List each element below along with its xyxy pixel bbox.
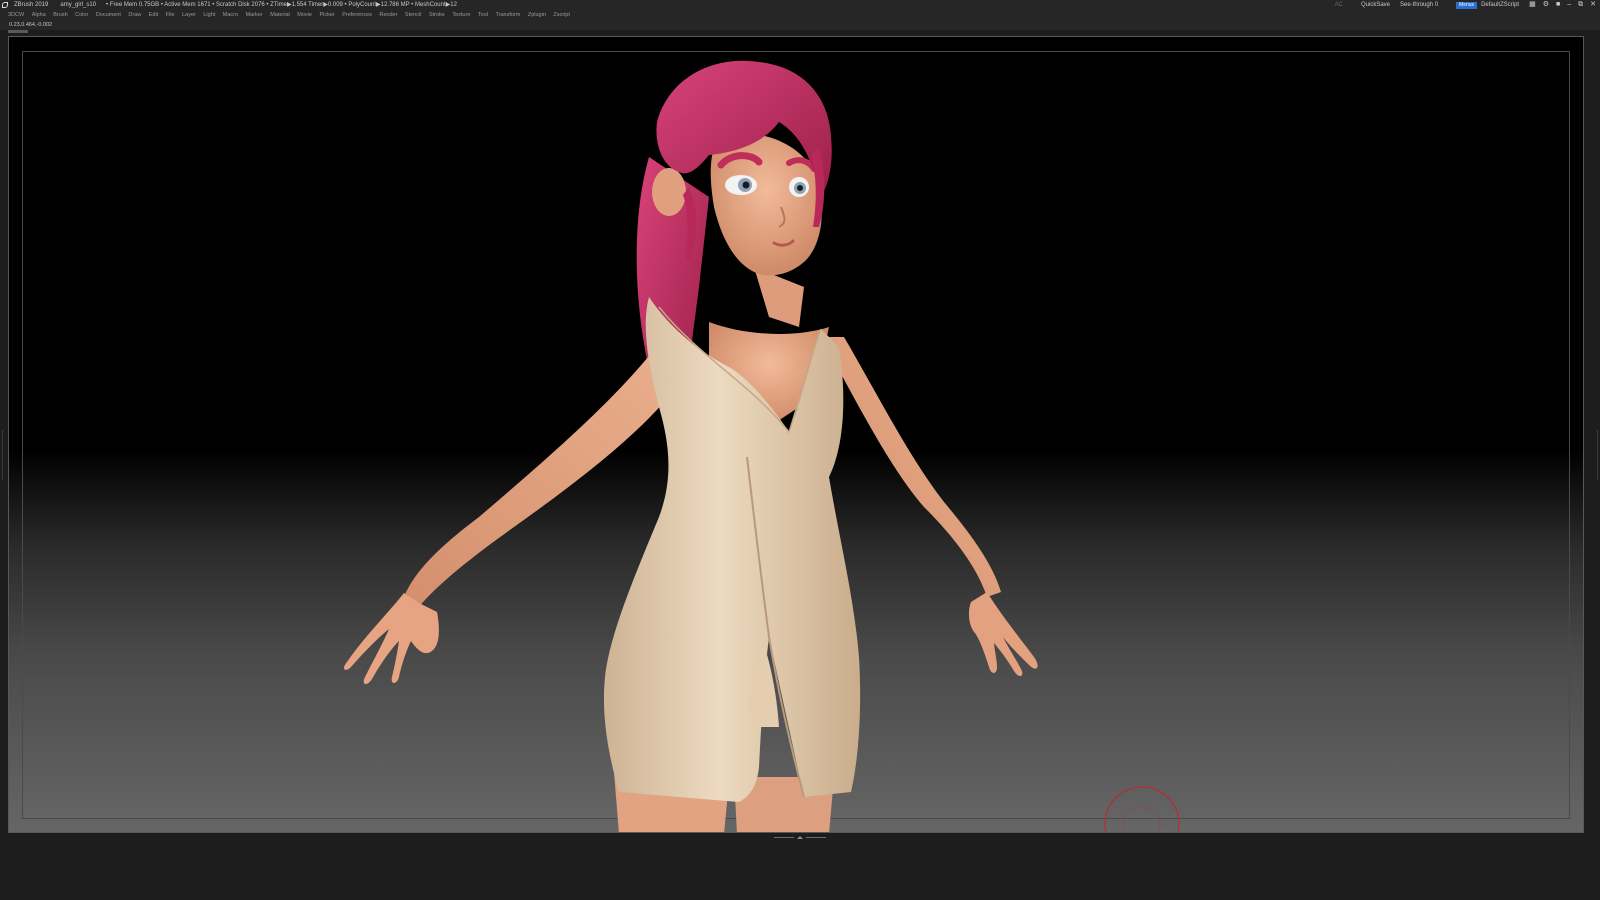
canvas-viewport[interactable] xyxy=(8,36,1584,833)
status-line: 0.23,0.464,-0.002 xyxy=(0,20,1600,30)
right-pupil xyxy=(797,185,803,191)
menu-item-brush[interactable]: Brush xyxy=(53,10,67,20)
menu-item-zplugin[interactable]: Zplugin xyxy=(528,10,546,20)
left-tray-handle[interactable] xyxy=(2,430,5,480)
menu-item-zscript[interactable]: Zscript xyxy=(553,10,570,20)
menu-item-picker[interactable]: Picker xyxy=(319,10,334,20)
restore-icon[interactable]: ⧉ xyxy=(1578,0,1583,10)
menu-item-tool[interactable]: Tool xyxy=(478,10,488,20)
title-bar: ZBrush 2019 amy_girl_s10 • Free Mem 0.75… xyxy=(0,0,1600,10)
menu-item-stencil[interactable]: Stencil xyxy=(405,10,422,20)
default-zscript-button[interactable]: DefaultZScript xyxy=(1481,0,1519,10)
handle-bar-right xyxy=(806,836,826,838)
menu-item-color[interactable]: Color xyxy=(75,10,88,20)
menu-item-transform[interactable]: Transform xyxy=(495,10,520,20)
menu-item-light[interactable]: Light xyxy=(203,10,215,20)
menu-item-stroke[interactable]: Stroke xyxy=(429,10,445,20)
menu-item-file[interactable]: File xyxy=(166,10,175,20)
menu-item-draw[interactable]: Draw xyxy=(128,10,141,20)
coordinates-readout: 0.23,0.464,-0.002 xyxy=(9,22,53,28)
quicksave-button[interactable]: QuickSave xyxy=(1361,0,1390,10)
close-icon[interactable]: ✕ xyxy=(1590,0,1596,10)
zbrush-logo-icon[interactable] xyxy=(2,2,8,8)
shelf-tab[interactable] xyxy=(8,30,28,33)
app-title: ZBrush 2019 xyxy=(14,2,49,8)
menu-item-movie[interactable]: Movie xyxy=(297,10,312,20)
menu-item-document[interactable]: Document xyxy=(96,10,121,20)
minimize-icon[interactable]: – xyxy=(1567,0,1571,10)
menu-item-marker[interactable]: Marker xyxy=(246,10,263,20)
ac-button[interactable]: AC xyxy=(1335,0,1343,10)
seethrough-slider[interactable]: See-through 0 xyxy=(1400,0,1438,10)
sculpted-character-model[interactable] xyxy=(9,37,1584,833)
menu-bar: 3DCW Alpha Brush Color Document Draw Edi… xyxy=(0,10,1600,20)
right-hand xyxy=(968,592,1038,677)
chevron-up-icon xyxy=(797,835,803,839)
window-controls: ▦ ⚙ ■ – ⧉ ✕ xyxy=(1529,0,1596,10)
menu-item-alpha[interactable]: Alpha xyxy=(32,10,46,20)
right-tray-handle[interactable] xyxy=(1595,430,1598,480)
menu-item-macro[interactable]: Macro xyxy=(223,10,238,20)
ear xyxy=(652,168,686,216)
window-layout-icon[interactable]: ▦ xyxy=(1529,0,1536,10)
menu-item-edit[interactable]: Edit xyxy=(149,10,158,20)
face xyxy=(710,133,822,276)
menu-item-preferences[interactable]: Preferences xyxy=(342,10,372,20)
handle-bar-left xyxy=(774,836,794,838)
menu-item-layer[interactable]: Layer xyxy=(182,10,196,20)
menu-item-render[interactable]: Render xyxy=(379,10,397,20)
neck xyxy=(754,267,804,327)
gyro-icon[interactable] xyxy=(1103,785,1181,833)
left-hand xyxy=(344,593,439,685)
seethrough-label: See-through 0 xyxy=(1400,2,1439,8)
bottom-tray xyxy=(0,840,1600,900)
right-arm xyxy=(821,337,1001,597)
left-pupil xyxy=(742,181,750,189)
menu-item-3dcw[interactable]: 3DCW xyxy=(8,10,24,20)
menu-item-material[interactable]: Material xyxy=(270,10,290,20)
help-icon[interactable]: ⚙ xyxy=(1543,0,1549,10)
project-name: amy_girl_s10 xyxy=(60,2,97,8)
menu-item-texture[interactable]: Texture xyxy=(452,10,470,20)
bottom-tray-handle[interactable] xyxy=(772,835,828,839)
lock-icon[interactable]: ■ xyxy=(1556,0,1560,10)
menus-button[interactable]: Menus xyxy=(1456,2,1478,9)
stats-readout: • Free Mem 0.75GB • Active Mem 1671 • Sc… xyxy=(106,2,457,8)
